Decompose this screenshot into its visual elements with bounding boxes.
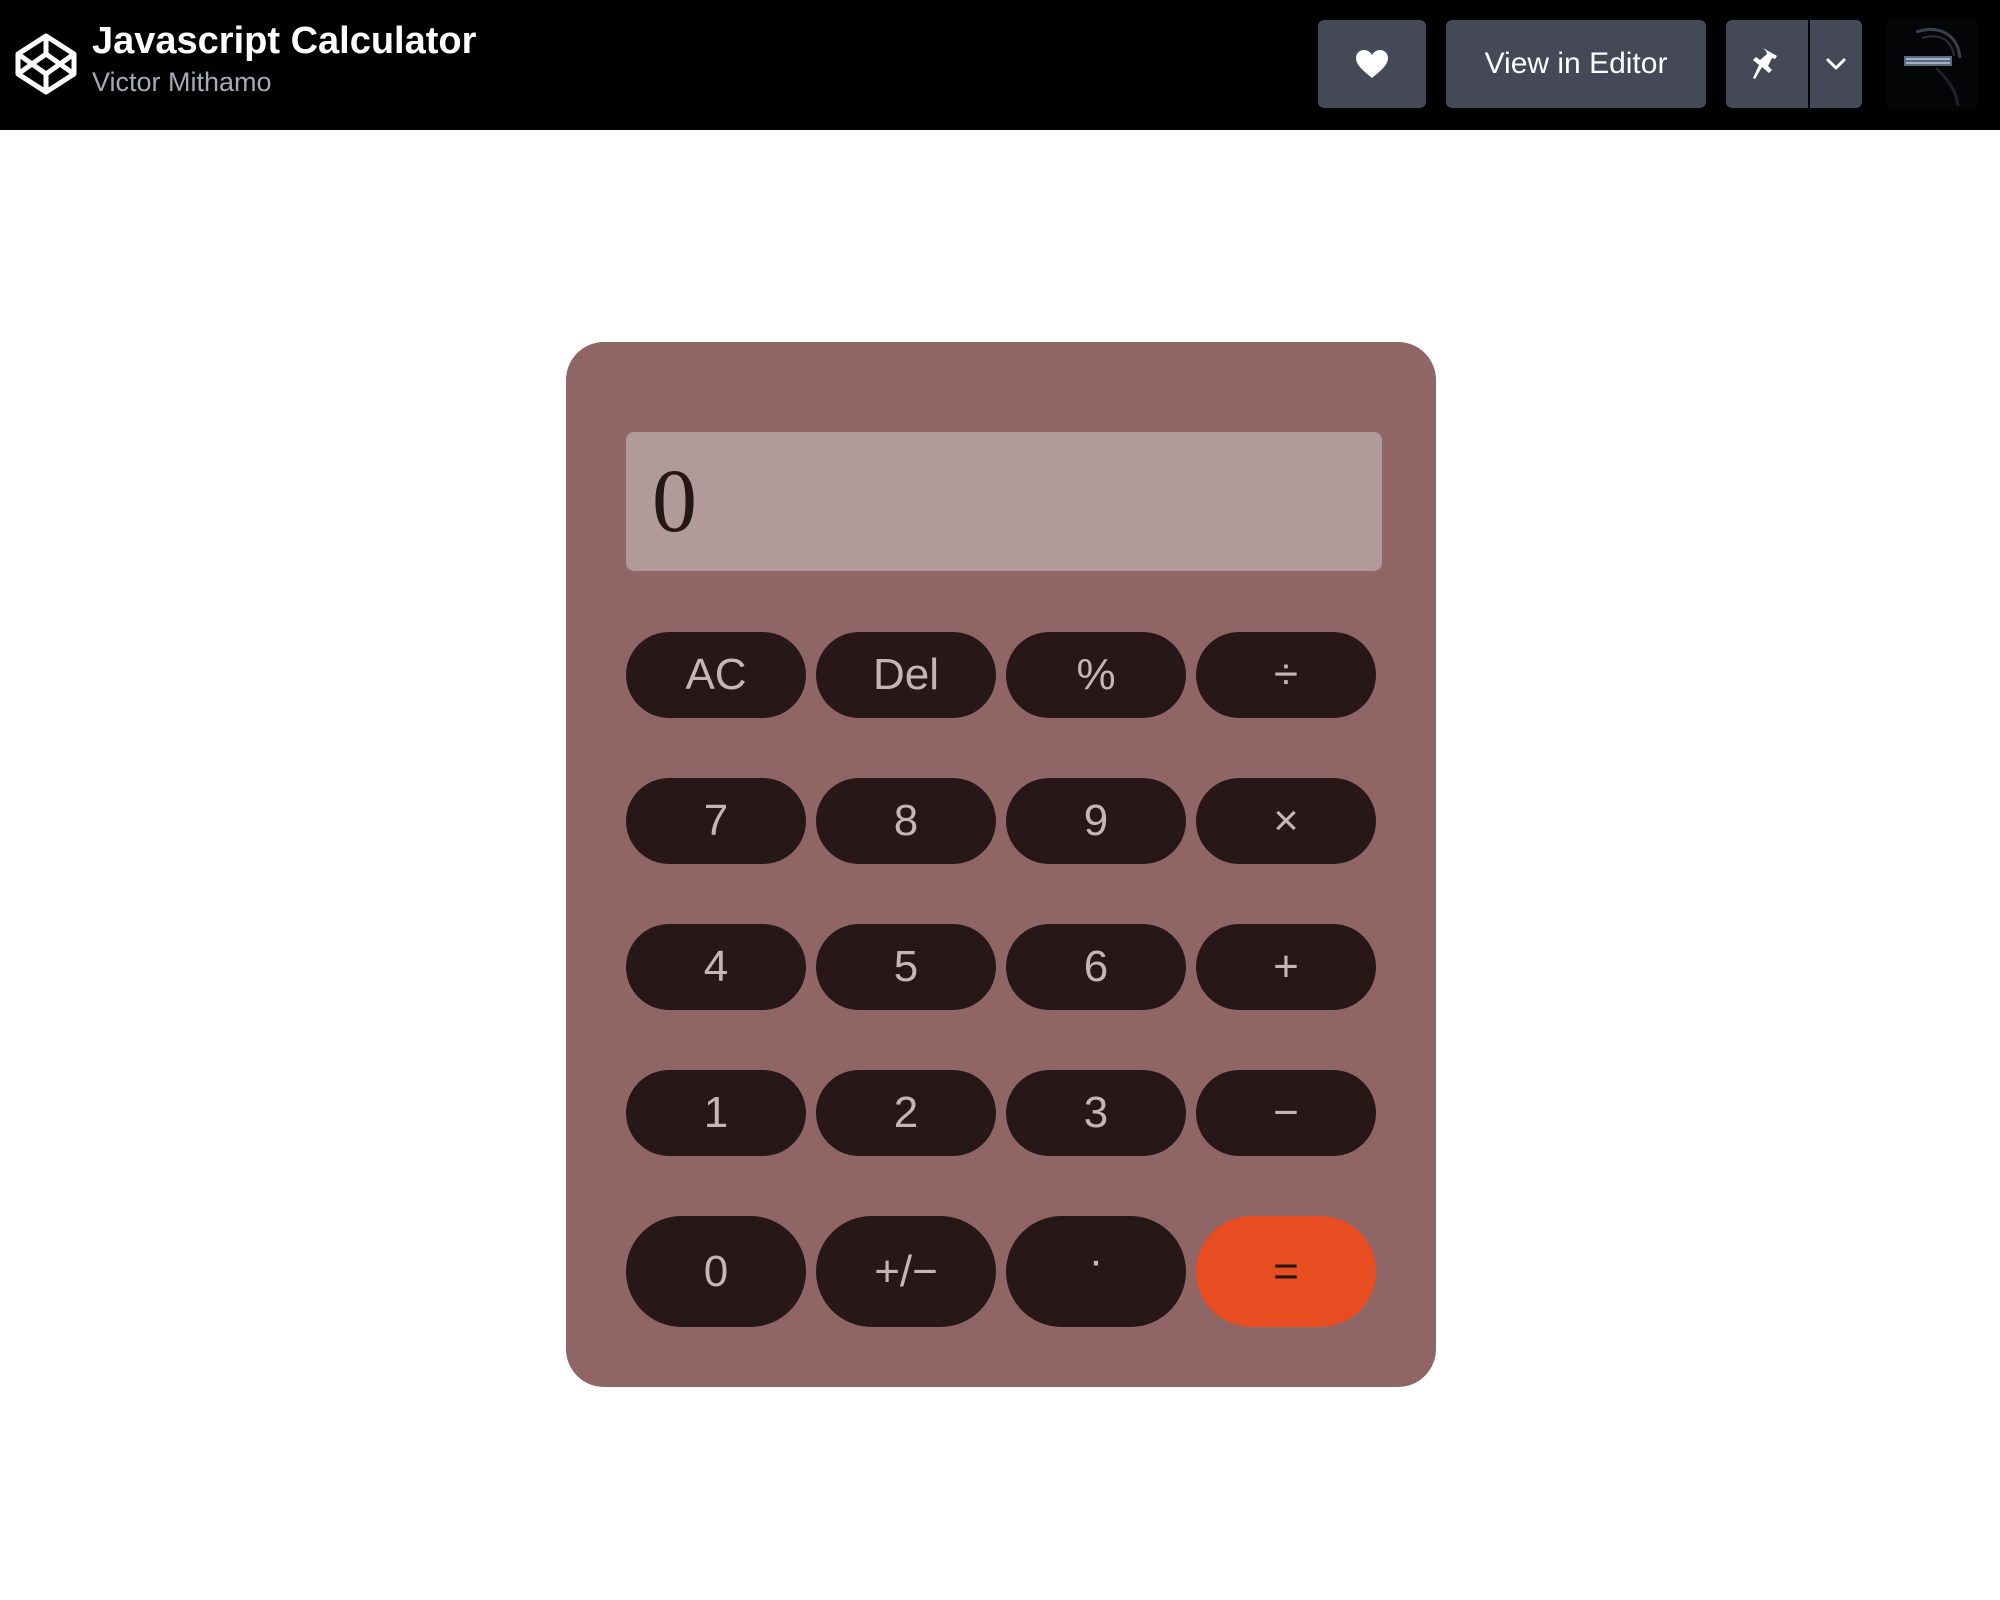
delete-button[interactable]: Del: [816, 632, 996, 718]
heart-icon: [1356, 50, 1388, 78]
percent-button[interactable]: %: [1006, 632, 1186, 718]
codepen-logo-icon[interactable]: [14, 32, 78, 96]
pen-author-link[interactable]: Victor Mithamo: [92, 64, 476, 100]
digit-9-button[interactable]: 9: [1006, 778, 1186, 864]
digit-4-button[interactable]: 4: [626, 924, 806, 1010]
pin-button[interactable]: [1726, 20, 1808, 108]
chevron-down-icon: [1826, 58, 1846, 70]
like-button[interactable]: [1318, 20, 1426, 108]
more-options-button[interactable]: [1810, 20, 1862, 108]
pen-title-block: Javascript Calculator Victor Mithamo: [92, 18, 476, 100]
digit-5-button[interactable]: 5: [816, 924, 996, 1010]
ac-button[interactable]: AC: [626, 632, 806, 718]
digit-1-button[interactable]: 1: [626, 1070, 806, 1156]
digit-3-button[interactable]: 3: [1006, 1070, 1186, 1156]
pen-title: Javascript Calculator: [92, 20, 477, 62]
pin-icon: [1753, 48, 1777, 79]
divide-button[interactable]: ÷: [1196, 632, 1376, 718]
user-avatar[interactable]: [1886, 18, 1978, 110]
multiply-button[interactable]: ×: [1196, 778, 1376, 864]
view-in-editor-button[interactable]: View in Editor: [1446, 20, 1706, 108]
display-value: 0: [652, 451, 697, 551]
digit-6-button[interactable]: 6: [1006, 924, 1186, 1010]
digit-8-button[interactable]: 8: [816, 778, 996, 864]
calculator-display: 0: [626, 432, 1382, 571]
plus-button[interactable]: +: [1196, 924, 1376, 1010]
digit-2-button[interactable]: 2: [816, 1070, 996, 1156]
decimal-button[interactable]: ·: [1006, 1216, 1186, 1327]
equals-button[interactable]: =: [1196, 1216, 1376, 1327]
calculator: 0 AC Del % ÷ 7 8 9 × 4 5 6 + 1 2 3 − 0 +…: [566, 342, 1436, 1387]
digit-0-button[interactable]: 0: [626, 1216, 806, 1327]
top-bar: Javascript Calculator Victor Mithamo Vie…: [0, 0, 2000, 130]
digit-7-button[interactable]: 7: [626, 778, 806, 864]
minus-button[interactable]: −: [1196, 1070, 1376, 1156]
toggle-sign-button[interactable]: +/−: [816, 1216, 996, 1327]
